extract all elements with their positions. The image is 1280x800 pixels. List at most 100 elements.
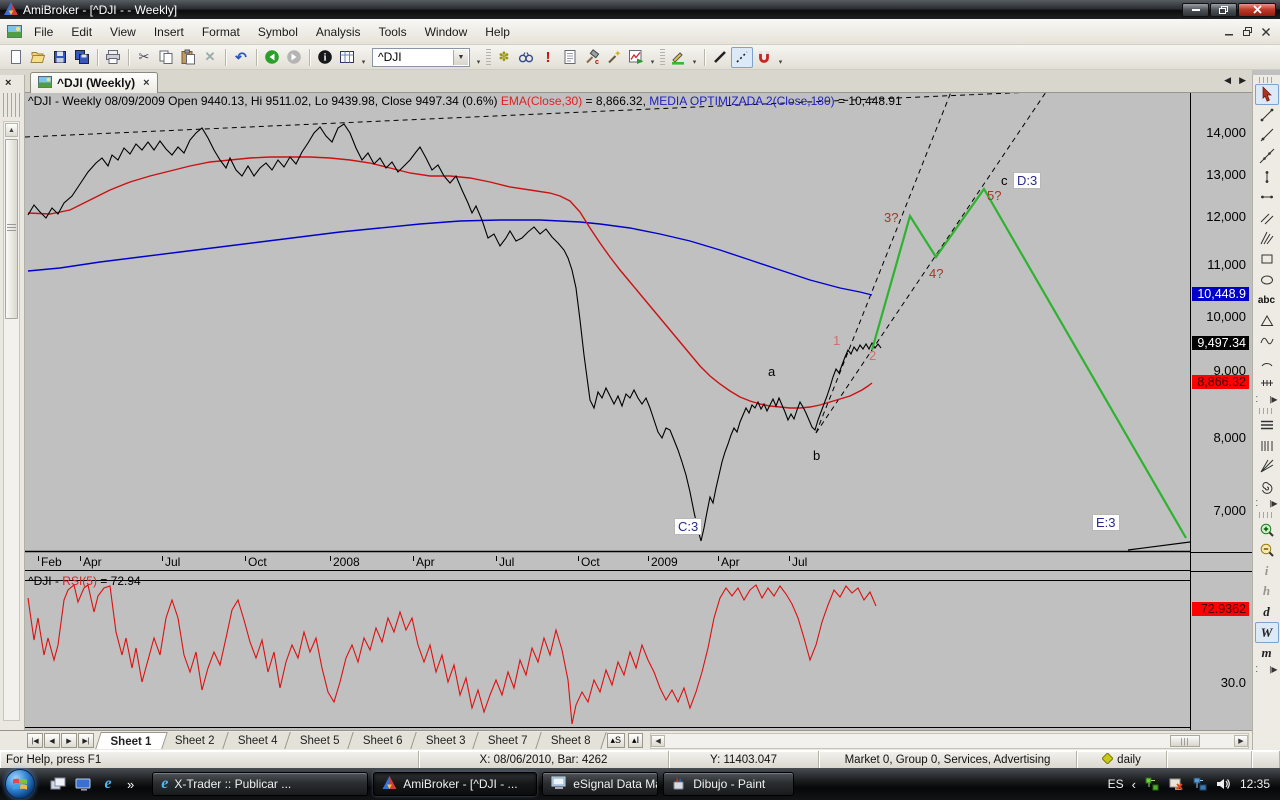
tab-scroll-left-icon[interactable]: ◀ xyxy=(1224,75,1231,86)
interval-month-button[interactable]: m xyxy=(1255,643,1279,664)
paste-button[interactable] xyxy=(177,47,199,68)
network-activity-icon[interactable] xyxy=(1144,776,1160,792)
tray-collapse-icon[interactable]: ‹ xyxy=(1132,777,1136,792)
vertical-scrollbar[interactable]: ▲ xyxy=(3,121,20,721)
toolbar-grip[interactable] xyxy=(1259,77,1275,83)
toolbar-overflow-icon[interactable]: ▾ xyxy=(775,47,786,68)
tab-close-icon[interactable]: × xyxy=(143,77,149,89)
formula-editor-button[interactable] xyxy=(559,47,581,68)
interval-minute-button[interactable]: i xyxy=(1255,560,1279,581)
sheet-tab-sheet-4[interactable]: Sheet 4 xyxy=(222,732,293,749)
dock-grip[interactable] xyxy=(3,93,20,117)
alert-icon[interactable] xyxy=(1168,776,1184,792)
copy-button[interactable] xyxy=(155,47,177,68)
toolbar-grip[interactable] xyxy=(1259,408,1275,414)
magnet-button[interactable] xyxy=(753,47,775,68)
info-button[interactable]: i xyxy=(314,47,336,68)
sheet-tab-sheet-3[interactable]: Sheet 3 xyxy=(410,732,481,749)
toolbar-grip[interactable] xyxy=(660,49,665,66)
menu-edit[interactable]: Edit xyxy=(62,20,101,44)
close-button[interactable] xyxy=(1238,3,1276,17)
ellipse-tool-button[interactable] xyxy=(1255,269,1279,290)
combobox-dropdown-icon[interactable]: ▼ xyxy=(453,50,468,65)
time-lines-tool-button[interactable] xyxy=(1255,436,1279,457)
parallel-lines-tool-button[interactable] xyxy=(1255,208,1279,229)
ray-line-tool-button[interactable] xyxy=(1255,125,1279,146)
chart-panel[interactable]: ^DJI - Weekly 08/09/2009 Open 9440.13, H… xyxy=(25,93,1190,730)
dock-close-icon[interactable]: × xyxy=(5,77,11,89)
interval-hour-button[interactable]: h xyxy=(1255,581,1279,602)
wand-button[interactable]: ✦ xyxy=(603,47,625,68)
quote-editor-button[interactable] xyxy=(336,47,358,68)
chart-export-button[interactable] xyxy=(625,47,647,68)
scroll-up-icon[interactable]: ▲ xyxy=(5,123,18,137)
line-study-button[interactable] xyxy=(709,47,731,68)
arc-tool-button[interactable] xyxy=(1255,352,1279,373)
save-all-button[interactable] xyxy=(71,47,93,68)
toolbar-collapse-icon[interactable]: ⁚ xyxy=(1256,499,1259,508)
menu-help[interactable]: Help xyxy=(476,20,519,44)
sheet-nav-next-button[interactable]: ▶ xyxy=(61,733,77,748)
draw-pencil-button[interactable] xyxy=(667,47,689,68)
toolbar-overflow-icon[interactable]: ▾ xyxy=(647,47,658,68)
new-button[interactable] xyxy=(5,47,27,68)
scrollbar-thumb[interactable] xyxy=(5,139,18,319)
text-abc-tool-button[interactable]: abc xyxy=(1255,290,1279,311)
internet-explorer-icon[interactable]: e xyxy=(99,775,117,793)
hscroll-right-icon[interactable]: ▶ xyxy=(1234,735,1248,747)
dotted-line-button[interactable] xyxy=(731,47,753,68)
menu-tools[interactable]: Tools xyxy=(370,20,416,44)
menu-window[interactable]: Window xyxy=(416,20,477,44)
mdi-restore-button[interactable] xyxy=(1243,27,1252,36)
sheet-nav-first-button[interactable]: |◀ xyxy=(27,733,43,748)
print-button[interactable] xyxy=(102,47,124,68)
tab-scroll-right-icon[interactable]: ▶ xyxy=(1239,75,1246,86)
mdi-close-button[interactable] xyxy=(1262,28,1270,36)
sheet-tab-sheet-7[interactable]: Sheet 7 xyxy=(472,732,543,749)
quick-launch-overflow-icon[interactable]: » xyxy=(127,777,134,792)
toolbar-expand-icon[interactable]: |▶ xyxy=(1269,665,1277,674)
network-icon[interactable] xyxy=(1192,776,1208,792)
toolbar-grip[interactable] xyxy=(1259,512,1275,518)
horizontal-scrollbar[interactable]: ◀|||▶ xyxy=(650,733,1249,749)
extended-line-tool-button[interactable] xyxy=(1255,146,1279,167)
toolbar-overflow-icon[interactable]: ▾ xyxy=(473,47,484,68)
fib-levels-tool-button[interactable] xyxy=(1255,415,1279,436)
sheet-nav-last-button[interactable]: ▶| xyxy=(78,733,94,748)
interval-day-button[interactable]: d xyxy=(1255,602,1279,623)
tab-dji-weekly[interactable]: ^DJI (Weekly) × xyxy=(30,72,158,93)
menu-symbol[interactable]: Symbol xyxy=(249,20,307,44)
explore-button[interactable]: ! xyxy=(537,47,559,68)
taskbar-task-2[interactable]: AmiBroker - [^DJI - ... xyxy=(373,772,537,796)
taskbar-task-3[interactable]: eSignal Data Manager xyxy=(542,772,658,796)
regression-wave-tool-button[interactable] xyxy=(1255,331,1279,352)
pointer-tool-button[interactable] xyxy=(1255,84,1279,105)
sheet-extra-button-2[interactable]: ▴I xyxy=(628,733,643,748)
symbol-combobox[interactable]: ^DJI▼ xyxy=(372,48,470,67)
nav-back-button[interactable] xyxy=(261,47,283,68)
sheet-tab-sheet-1[interactable]: Sheet 1 xyxy=(95,732,167,749)
sheet-tab-sheet-8[interactable]: Sheet 8 xyxy=(535,732,606,749)
zoom-out-tool-button[interactable] xyxy=(1255,540,1279,561)
cut-button[interactable]: ✂ xyxy=(133,47,155,68)
fib-retracement-tool-button[interactable] xyxy=(1255,372,1279,393)
save-button[interactable] xyxy=(49,47,71,68)
trend-segment-tool-button[interactable] xyxy=(1255,105,1279,126)
triangle-tool-button[interactable] xyxy=(1255,311,1279,332)
aa-flower-button[interactable]: ✽ xyxy=(493,47,515,68)
binoculars-button[interactable] xyxy=(515,47,537,68)
zoom-in-tool-button[interactable] xyxy=(1255,519,1279,540)
rectangle-tool-button[interactable] xyxy=(1255,249,1279,270)
taskbar-task-1[interactable]: eX-Trader :: Publicar ... xyxy=(152,772,368,796)
undo-button[interactable]: ↶ xyxy=(230,47,252,68)
horizontal-segment-tool-button[interactable] xyxy=(1255,187,1279,208)
pitchfork-tool-button[interactable] xyxy=(1255,228,1279,249)
sheet-tab-sheet-2[interactable]: Sheet 2 xyxy=(159,732,230,749)
gann-fan-tool-button[interactable] xyxy=(1255,456,1279,477)
sheet-tab-sheet-6[interactable]: Sheet 6 xyxy=(347,732,418,749)
language-indicator[interactable]: ES xyxy=(1108,777,1124,791)
delete-button[interactable]: ✕ xyxy=(199,47,221,68)
hscroll-thumb[interactable]: ||| xyxy=(1170,735,1200,747)
toolbar-overflow-icon[interactable]: ▾ xyxy=(358,47,369,68)
open-button[interactable] xyxy=(27,47,49,68)
